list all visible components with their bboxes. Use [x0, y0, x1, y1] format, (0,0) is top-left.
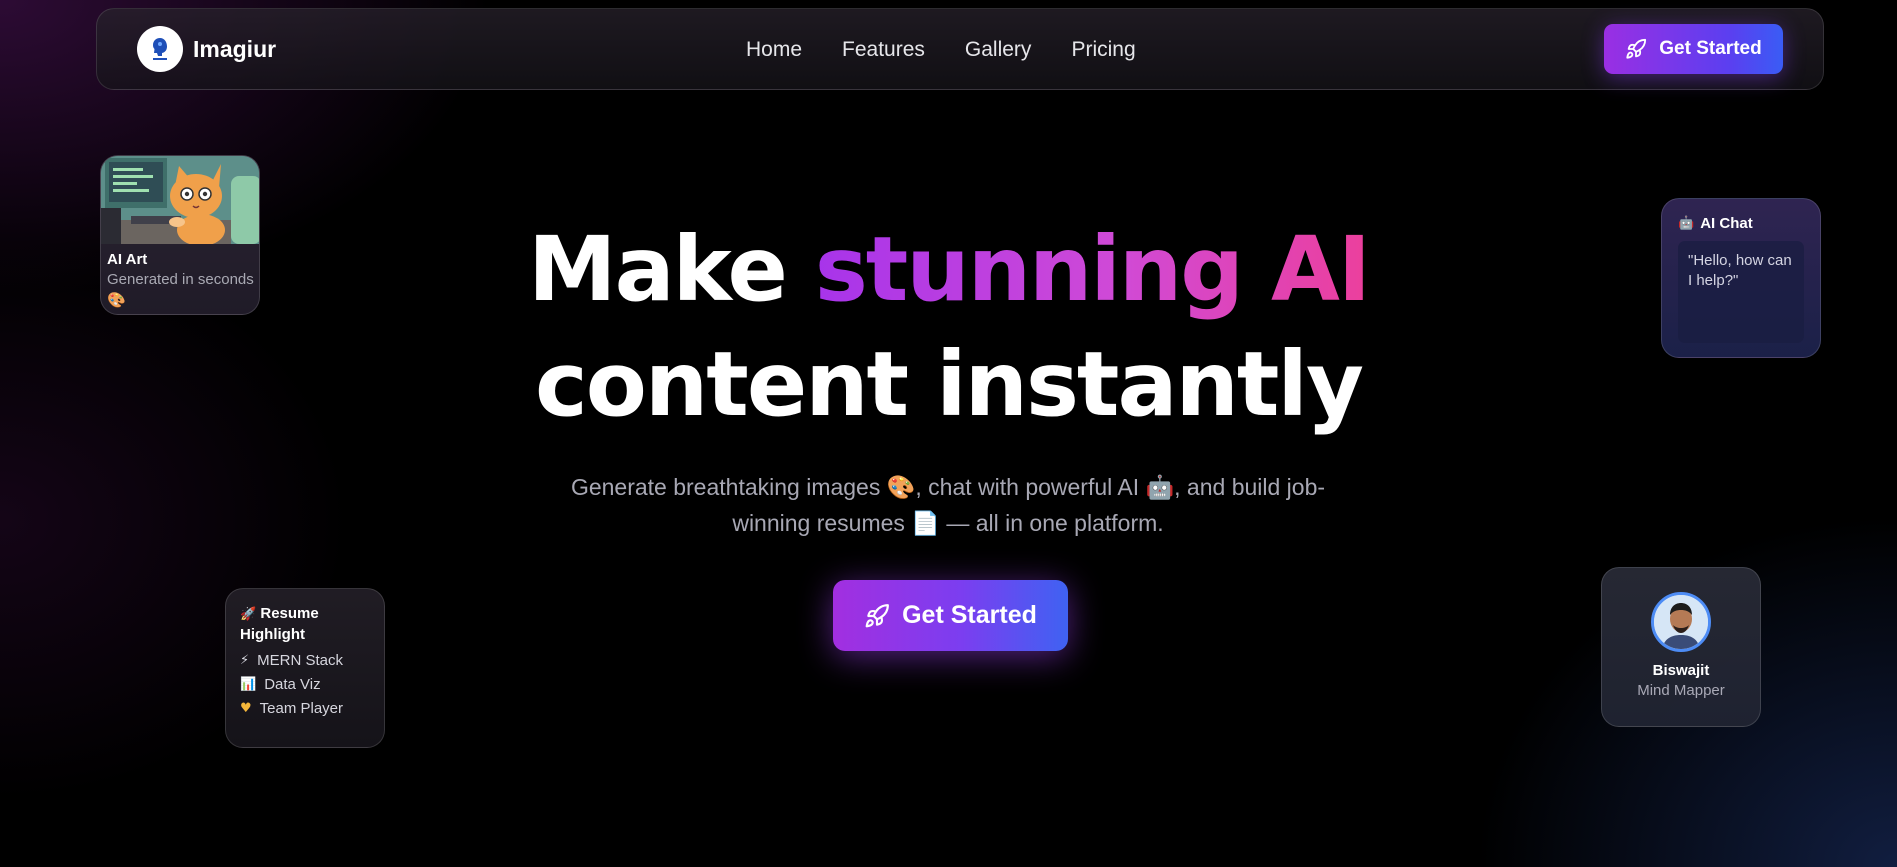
robot-icon: 🤖	[1145, 475, 1175, 501]
document-icon: 📄	[911, 511, 940, 537]
hero-cta-label: Get Started	[902, 601, 1037, 629]
heart-icon: ♥	[240, 701, 252, 716]
chart-icon: 📊	[240, 677, 257, 692]
rocket-icon	[1626, 38, 1647, 59]
rocket-icon	[865, 603, 890, 627]
palette-icon: 🎨	[886, 475, 916, 501]
hero-title-plain: Make	[528, 217, 815, 321]
nav-link-pricing[interactable]: Pricing	[1071, 38, 1135, 62]
brand-logo	[137, 26, 183, 72]
hero-subtitle-part2: , chat with powerful AI	[915, 474, 1146, 500]
nav-link-gallery[interactable]: Gallery	[965, 38, 1032, 62]
nav-get-started-button[interactable]: Get Started	[1604, 24, 1783, 74]
brand-name: Imagiur	[193, 35, 277, 62]
brain-head-icon	[153, 38, 167, 60]
lightning-icon: ⚡	[240, 653, 250, 668]
hero-title: Make stunning AI content instantly	[0, 212, 1897, 442]
hero-subtitle: Generate breathtaking images 🎨, chat wit…	[548, 470, 1348, 542]
hero-subtitle-part4: — all in one platform.	[939, 510, 1164, 536]
hero-title-gradient: stunning AI	[814, 217, 1371, 321]
profile-name: Biswajit	[1652, 662, 1710, 679]
resume-item: ♥ Team Player	[240, 700, 370, 717]
hero-get-started-button[interactable]: Get Started	[833, 580, 1068, 651]
person-avatar-icon	[1654, 595, 1708, 649]
navbar: Imagiur Home Features Gallery Pricing Ge…	[96, 8, 1824, 90]
resume-item: 📊 Data Viz	[240, 676, 370, 693]
avatar	[1651, 592, 1711, 652]
hero-title-line2: content instantly	[535, 332, 1364, 436]
profile-card: Biswajit Mind Mapper	[1601, 567, 1761, 727]
nav-link-features[interactable]: Features	[842, 38, 925, 62]
nav-links: Home Features Gallery Pricing	[746, 9, 1136, 91]
resume-item: ⚡ MERN Stack	[240, 652, 370, 669]
resume-highlight-card: 🚀 Resume Highlight ⚡ MERN Stack 📊 Data V…	[225, 588, 385, 748]
resume-item-label: Team Player	[259, 700, 344, 717]
resume-header: 🚀 Resume Highlight	[240, 604, 370, 645]
brand[interactable]: Imagiur	[137, 26, 276, 72]
nav-link-home[interactable]: Home	[746, 38, 802, 62]
rocket-icon: 🚀	[240, 607, 257, 622]
resume-item-label: Data Viz	[264, 676, 321, 693]
profile-role: Mind Mapper	[1637, 682, 1725, 699]
nav-cta-label: Get Started	[1659, 38, 1762, 59]
hero-subtitle-part1: Generate breathtaking images	[570, 474, 887, 500]
hero-title-line1: Make stunning AI	[528, 217, 1371, 321]
resume-item-label: MERN Stack	[257, 652, 343, 669]
